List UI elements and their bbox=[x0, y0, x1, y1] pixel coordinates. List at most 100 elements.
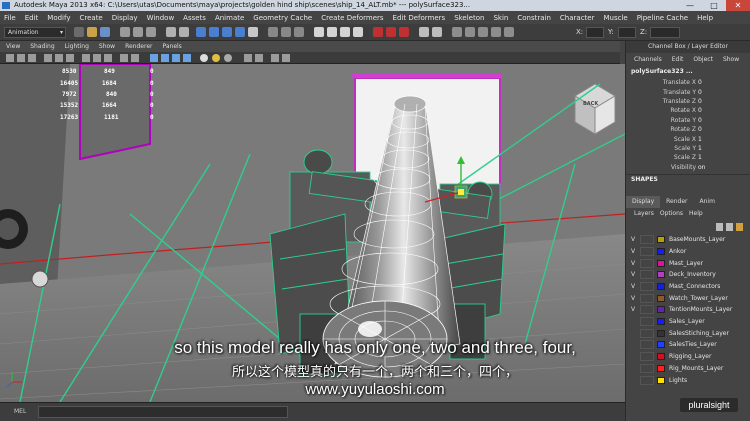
layer-visibility[interactable]: V bbox=[626, 248, 640, 255]
layer-visibility[interactable]: V bbox=[626, 306, 640, 313]
render-layer-icon[interactable] bbox=[399, 27, 409, 37]
output-ops-icon[interactable] bbox=[281, 27, 291, 37]
menu-constrain[interactable]: Constrain bbox=[517, 14, 551, 22]
panel-menu-show[interactable]: Show bbox=[99, 43, 115, 50]
panel-menu-panels[interactable]: Panels bbox=[162, 43, 181, 50]
sidebar-toggle-icon[interactable] bbox=[452, 27, 462, 37]
layer-visibility[interactable]: V bbox=[626, 236, 640, 243]
close-button[interactable]: ✕ bbox=[726, 0, 750, 11]
new-scene-icon[interactable] bbox=[74, 27, 84, 37]
relative-transform-icon[interactable] bbox=[432, 27, 442, 37]
select-object-icon[interactable] bbox=[133, 27, 143, 37]
layers-menu[interactable]: Layers bbox=[634, 210, 654, 217]
menu-muscle[interactable]: Muscle bbox=[603, 14, 627, 22]
panel-menu-renderer[interactable]: Renderer bbox=[125, 43, 152, 50]
layer-type-toggle[interactable] bbox=[640, 270, 654, 280]
object-menu[interactable]: Object bbox=[693, 56, 713, 63]
menu-modify[interactable]: Modify bbox=[47, 14, 70, 22]
layer-type-toggle[interactable] bbox=[640, 375, 654, 385]
channel-value[interactable]: 1 bbox=[698, 154, 702, 161]
menu-skin[interactable]: Skin bbox=[493, 14, 508, 22]
panel-menu-shading[interactable]: Shading bbox=[30, 43, 54, 50]
minimize-button[interactable]: — bbox=[678, 0, 702, 11]
options-menu[interactable]: Options bbox=[660, 210, 683, 217]
channel-row[interactable]: Scale X1 bbox=[626, 134, 750, 143]
channel-value[interactable]: 1 bbox=[698, 145, 702, 152]
make-live-icon[interactable] bbox=[248, 27, 258, 37]
layer-type-toggle[interactable] bbox=[640, 246, 654, 256]
panel-menu-view[interactable]: View bbox=[6, 43, 20, 50]
layer-color-swatch[interactable] bbox=[657, 259, 665, 267]
input-ops-icon[interactable] bbox=[268, 27, 278, 37]
edge-mask-icon[interactable] bbox=[179, 27, 189, 37]
layer-row[interactable]: V TentionMounts_Layer bbox=[626, 304, 750, 316]
layer-color-swatch[interactable] bbox=[657, 247, 665, 255]
layer-row[interactable]: V Deck_Inventory bbox=[626, 269, 750, 281]
channels-menu[interactable]: Channels bbox=[634, 56, 662, 63]
menu-file[interactable]: File bbox=[4, 14, 16, 22]
menu-set-dropdown[interactable]: Animation ▾ bbox=[4, 27, 66, 38]
render-view-icon[interactable] bbox=[314, 27, 324, 37]
menu-help[interactable]: Help bbox=[697, 14, 713, 22]
help-menu[interactable]: Help bbox=[689, 210, 703, 217]
layer-color-swatch[interactable] bbox=[657, 329, 665, 337]
x-field-input[interactable] bbox=[586, 27, 604, 38]
layer-color-swatch[interactable] bbox=[657, 306, 665, 314]
mel-label[interactable]: MEL bbox=[14, 408, 26, 415]
layer-color-swatch[interactable] bbox=[657, 341, 665, 349]
view-cube-label[interactable]: BACK bbox=[583, 101, 598, 107]
select-hierarchy-icon[interactable] bbox=[120, 27, 130, 37]
layer-color-swatch[interactable] bbox=[657, 318, 665, 326]
channel-value[interactable]: 0 bbox=[698, 126, 702, 133]
layer-row[interactable]: Rig_Mounts_Layer bbox=[626, 362, 750, 374]
layer-type-toggle[interactable] bbox=[640, 235, 654, 245]
layer-row[interactable]: Lights bbox=[626, 374, 750, 386]
render-settings-icon[interactable] bbox=[353, 27, 363, 37]
menu-pipeline-cache[interactable]: Pipeline Cache bbox=[637, 14, 688, 22]
mel-command-input[interactable] bbox=[38, 406, 288, 418]
layer-color-swatch[interactable] bbox=[657, 283, 665, 290]
menu-edit-deformers[interactable]: Edit Deformers bbox=[393, 14, 446, 22]
tab-display[interactable]: Display bbox=[626, 195, 661, 208]
ipr-render-icon[interactable] bbox=[340, 27, 350, 37]
tool-settings-icon[interactable] bbox=[491, 27, 501, 37]
channel-row[interactable]: Rotate X0 bbox=[626, 106, 750, 115]
layer-color-swatch[interactable] bbox=[657, 236, 665, 244]
channel-value[interactable]: 0 bbox=[698, 79, 702, 86]
snap-curve-icon[interactable] bbox=[209, 27, 219, 37]
menu-character[interactable]: Character bbox=[560, 14, 595, 22]
menu-create[interactable]: Create bbox=[79, 14, 102, 22]
layer-visibility[interactable]: V bbox=[626, 295, 640, 302]
layer-row[interactable]: SalesStiching_Layer bbox=[626, 327, 750, 339]
layer-row[interactable]: V Mast_Connectors bbox=[626, 281, 750, 293]
layer-row[interactable]: Rigging_Layer bbox=[626, 351, 750, 363]
layer-row[interactable]: V Watch_Tower_Layer bbox=[626, 292, 750, 304]
channel-value[interactable]: on bbox=[698, 164, 705, 171]
layer-color-swatch[interactable] bbox=[657, 294, 665, 302]
channel-row[interactable]: Scale Y1 bbox=[626, 144, 750, 153]
layer-type-toggle[interactable] bbox=[640, 293, 654, 303]
attribute-editor-icon[interactable] bbox=[478, 27, 488, 37]
layer-row[interactable]: V Ankor bbox=[626, 246, 750, 258]
edit-menu[interactable]: Edit bbox=[672, 56, 684, 63]
layer-row[interactable]: SalesTies_Layer bbox=[626, 339, 750, 351]
menu-assets[interactable]: Assets bbox=[183, 14, 206, 22]
channel-row[interactable]: Rotate Y0 bbox=[626, 116, 750, 125]
tab-anim[interactable]: Anim bbox=[694, 196, 721, 208]
layer-visibility[interactable]: V bbox=[626, 283, 640, 290]
layer-type-toggle[interactable] bbox=[640, 317, 654, 327]
layer-color-swatch[interactable] bbox=[657, 376, 665, 384]
channel-row[interactable]: Rotate Z0 bbox=[626, 125, 750, 134]
layer-type-toggle[interactable] bbox=[640, 258, 654, 268]
layer-type-toggle[interactable] bbox=[640, 352, 654, 362]
panel-menu-lighting[interactable]: Lighting bbox=[65, 43, 89, 50]
layer-color-swatch[interactable] bbox=[657, 364, 665, 372]
mental-ray-icon[interactable] bbox=[373, 27, 383, 37]
layer-type-toggle[interactable] bbox=[640, 363, 654, 373]
z-field-input[interactable] bbox=[650, 27, 680, 38]
channel-row[interactable]: Scale Z1 bbox=[626, 153, 750, 162]
channel-value[interactable]: 1 bbox=[698, 136, 702, 143]
menu-create-deformers[interactable]: Create Deformers bbox=[321, 14, 383, 22]
y-field-input[interactable] bbox=[618, 27, 636, 38]
channel-row[interactable]: Translate Z0 bbox=[626, 97, 750, 106]
